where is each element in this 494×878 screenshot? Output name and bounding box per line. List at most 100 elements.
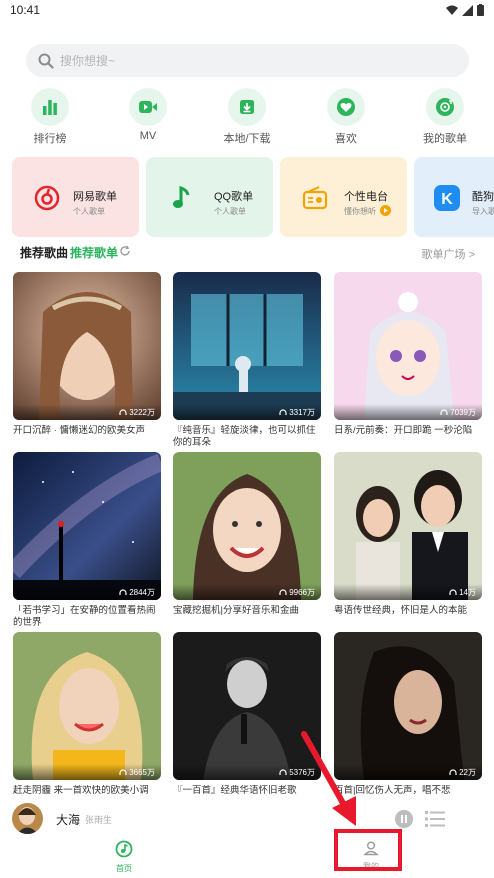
svg-text:K: K — [441, 191, 453, 208]
bottom-nav: 首页 我的 — [0, 838, 494, 878]
refresh-icon[interactable] — [119, 245, 131, 257]
recommend-header: 推荐歌曲 推荐歌单 歌单广场 > — [0, 242, 494, 262]
playlist-queue-icon[interactable] — [425, 810, 445, 828]
kugou-icon: K — [434, 185, 460, 211]
quick-nav-charts[interactable]: 排行榜 — [10, 88, 90, 146]
quick-nav-label: 排行榜 — [33, 133, 67, 145]
playlist-cover: 7039万 — [334, 272, 482, 420]
tab-recommended-playlists[interactable]: 推荐歌单 — [70, 244, 118, 261]
now-playing-title: 大海 — [56, 813, 81, 827]
quick-nav-mv[interactable]: MV — [108, 88, 188, 142]
album-art — [12, 803, 43, 834]
status-time: 10:41 — [10, 3, 41, 17]
headphone-icon — [440, 408, 448, 415]
playlist-card[interactable]: 3317万 『纯音乐』轻旋淡律，也可以抓住你的耳朵 — [173, 272, 321, 449]
battery-icon — [477, 4, 484, 16]
home-music-icon — [115, 840, 133, 858]
playlist-cover: 3222万 — [13, 272, 161, 420]
tab-recommended-songs[interactable]: 推荐歌曲 — [20, 244, 68, 261]
playlist-title: 宝藏挖掘机|分享好音乐和金曲 — [173, 605, 299, 616]
headphone-icon — [279, 588, 287, 595]
playlist-square-link[interactable]: 歌单广场 > — [422, 246, 475, 262]
play-count: 22万 — [449, 767, 476, 778]
playlist-title: 赶走阴霾 来一首欢快的欧美小调 — [13, 785, 149, 796]
playlist-card[interactable]: 3665万 赶走阴霾 来一首欢快的欧美小调 — [13, 632, 161, 797]
kugou-playlist-card[interactable]: K 酷狗 导入歌 — [414, 157, 494, 237]
netease-icon — [34, 185, 60, 211]
play-circle-icon — [380, 205, 391, 216]
play-count-value: 2844万 — [129, 588, 155, 597]
search-bar[interactable] — [26, 44, 469, 77]
card-subtitle: 懂你想听 — [344, 207, 376, 216]
radio-icon — [302, 186, 328, 210]
red-arrow-icon — [301, 731, 356, 826]
quick-nav-favorites[interactable]: 喜欢 — [306, 88, 386, 146]
signal-icon — [462, 4, 473, 16]
play-count-value: 14万 — [459, 588, 476, 597]
playlist-card[interactable]: 3222万 开口沉醉 · 慵懒迷幻的欧美女声 — [13, 272, 161, 437]
play-count-value: 22万 — [459, 768, 476, 777]
play-count: 14万 — [449, 587, 476, 598]
source-cards: 网易歌单 个人歌单 QQ歌单 个人歌单 个性电台 懂你想听 K 酷狗 导入歌 — [0, 157, 494, 237]
playlist-title: 「若书学习」在安静的位置看热闹的世界 — [13, 605, 156, 628]
nav-home[interactable]: 首页 — [110, 840, 138, 874]
netease-playlist-card[interactable]: 网易歌单 个人歌单 — [12, 157, 139, 237]
play-count-value: 3222万 — [129, 408, 155, 417]
mini-player[interactable]: 大海 张雨生 — [0, 801, 494, 837]
status-bar: 10:41 — [0, 0, 494, 22]
playlist-card[interactable]: 7039万 日系/元前奏：开口即跪 一秒沦陷 — [334, 272, 482, 437]
disc-icon — [426, 88, 464, 126]
play-count: 3665万 — [119, 767, 155, 778]
status-icons — [446, 4, 484, 16]
download-icon — [228, 88, 266, 126]
card-title: 网易歌单 — [73, 191, 117, 203]
search-input[interactable] — [60, 53, 420, 68]
bar-chart-icon — [31, 88, 69, 126]
playlist-title: 『纯音乐』轻旋淡律，也可以抓住你的耳朵 — [173, 425, 316, 448]
playlist-card[interactable]: 9966万 宝藏挖掘机|分享好音乐和金曲 — [173, 452, 321, 617]
play-count-value: 3317万 — [289, 408, 315, 417]
pause-button[interactable] — [395, 810, 413, 828]
headphone-icon — [449, 588, 457, 595]
qq-playlist-card[interactable]: QQ歌单 个人歌单 — [146, 157, 273, 237]
play-count-value: 3665万 — [129, 768, 155, 777]
card-subtitle: 导入歌 — [472, 207, 494, 216]
card-subtitle: 个人歌单 — [214, 207, 246, 216]
headphone-icon — [279, 408, 287, 415]
card-subtitle: 个人歌单 — [73, 207, 105, 216]
quick-nav-label: MV — [139, 130, 157, 142]
play-count-value: 9966万 — [289, 588, 315, 597]
playlist-cover: 3317万 — [173, 272, 321, 420]
personal-radio-card[interactable]: 个性电台 懂你想听 — [280, 157, 407, 237]
playlist-card[interactable]: 2844万 「若书学习」在安静的位置看热闹的世界 — [13, 452, 161, 629]
headphone-icon — [119, 588, 127, 595]
wifi-icon — [446, 5, 458, 15]
quick-nav-local-download[interactable]: 本地/下载 — [207, 88, 287, 146]
search-icon — [38, 53, 54, 69]
quick-nav-label: 我的歌单 — [423, 133, 467, 145]
now-playing-artist: 张雨生 — [85, 815, 113, 825]
pause-icon — [401, 815, 407, 823]
card-title: 酷狗 — [472, 191, 494, 203]
play-count: 9966万 — [279, 587, 315, 598]
quick-nav-label: 本地/下载 — [223, 133, 271, 145]
playlist-cover: 14万 — [334, 452, 482, 600]
highlight-box — [334, 829, 402, 871]
play-count: 3222万 — [119, 407, 155, 418]
heart-icon — [327, 88, 365, 126]
headphone-icon — [119, 768, 127, 775]
playlist-card[interactable]: 14万 粤语传世经典，怀旧是人的本能 — [334, 452, 482, 617]
quick-nav: 排行榜 MV 本地/下载 喜欢 我的歌单 — [0, 88, 494, 146]
video-icon — [129, 88, 167, 126]
headphone-icon — [279, 768, 287, 775]
headphone-icon — [119, 408, 127, 415]
quick-nav-label: 喜欢 — [335, 133, 357, 145]
playlist-title: 粤语传世经典，怀旧是人的本能 — [334, 605, 468, 616]
playlist-cover: 9966万 — [173, 452, 321, 600]
play-count-value: 7039万 — [450, 408, 476, 417]
play-count: 3317万 — [279, 407, 315, 418]
qq-music-icon — [173, 185, 190, 208]
quick-nav-my-playlists[interactable]: 我的歌单 — [405, 88, 485, 146]
playlist-cover: 3665万 — [13, 632, 161, 780]
playlist-title: 开口沉醉 · 慵懒迷幻的欧美女声 — [13, 425, 145, 436]
